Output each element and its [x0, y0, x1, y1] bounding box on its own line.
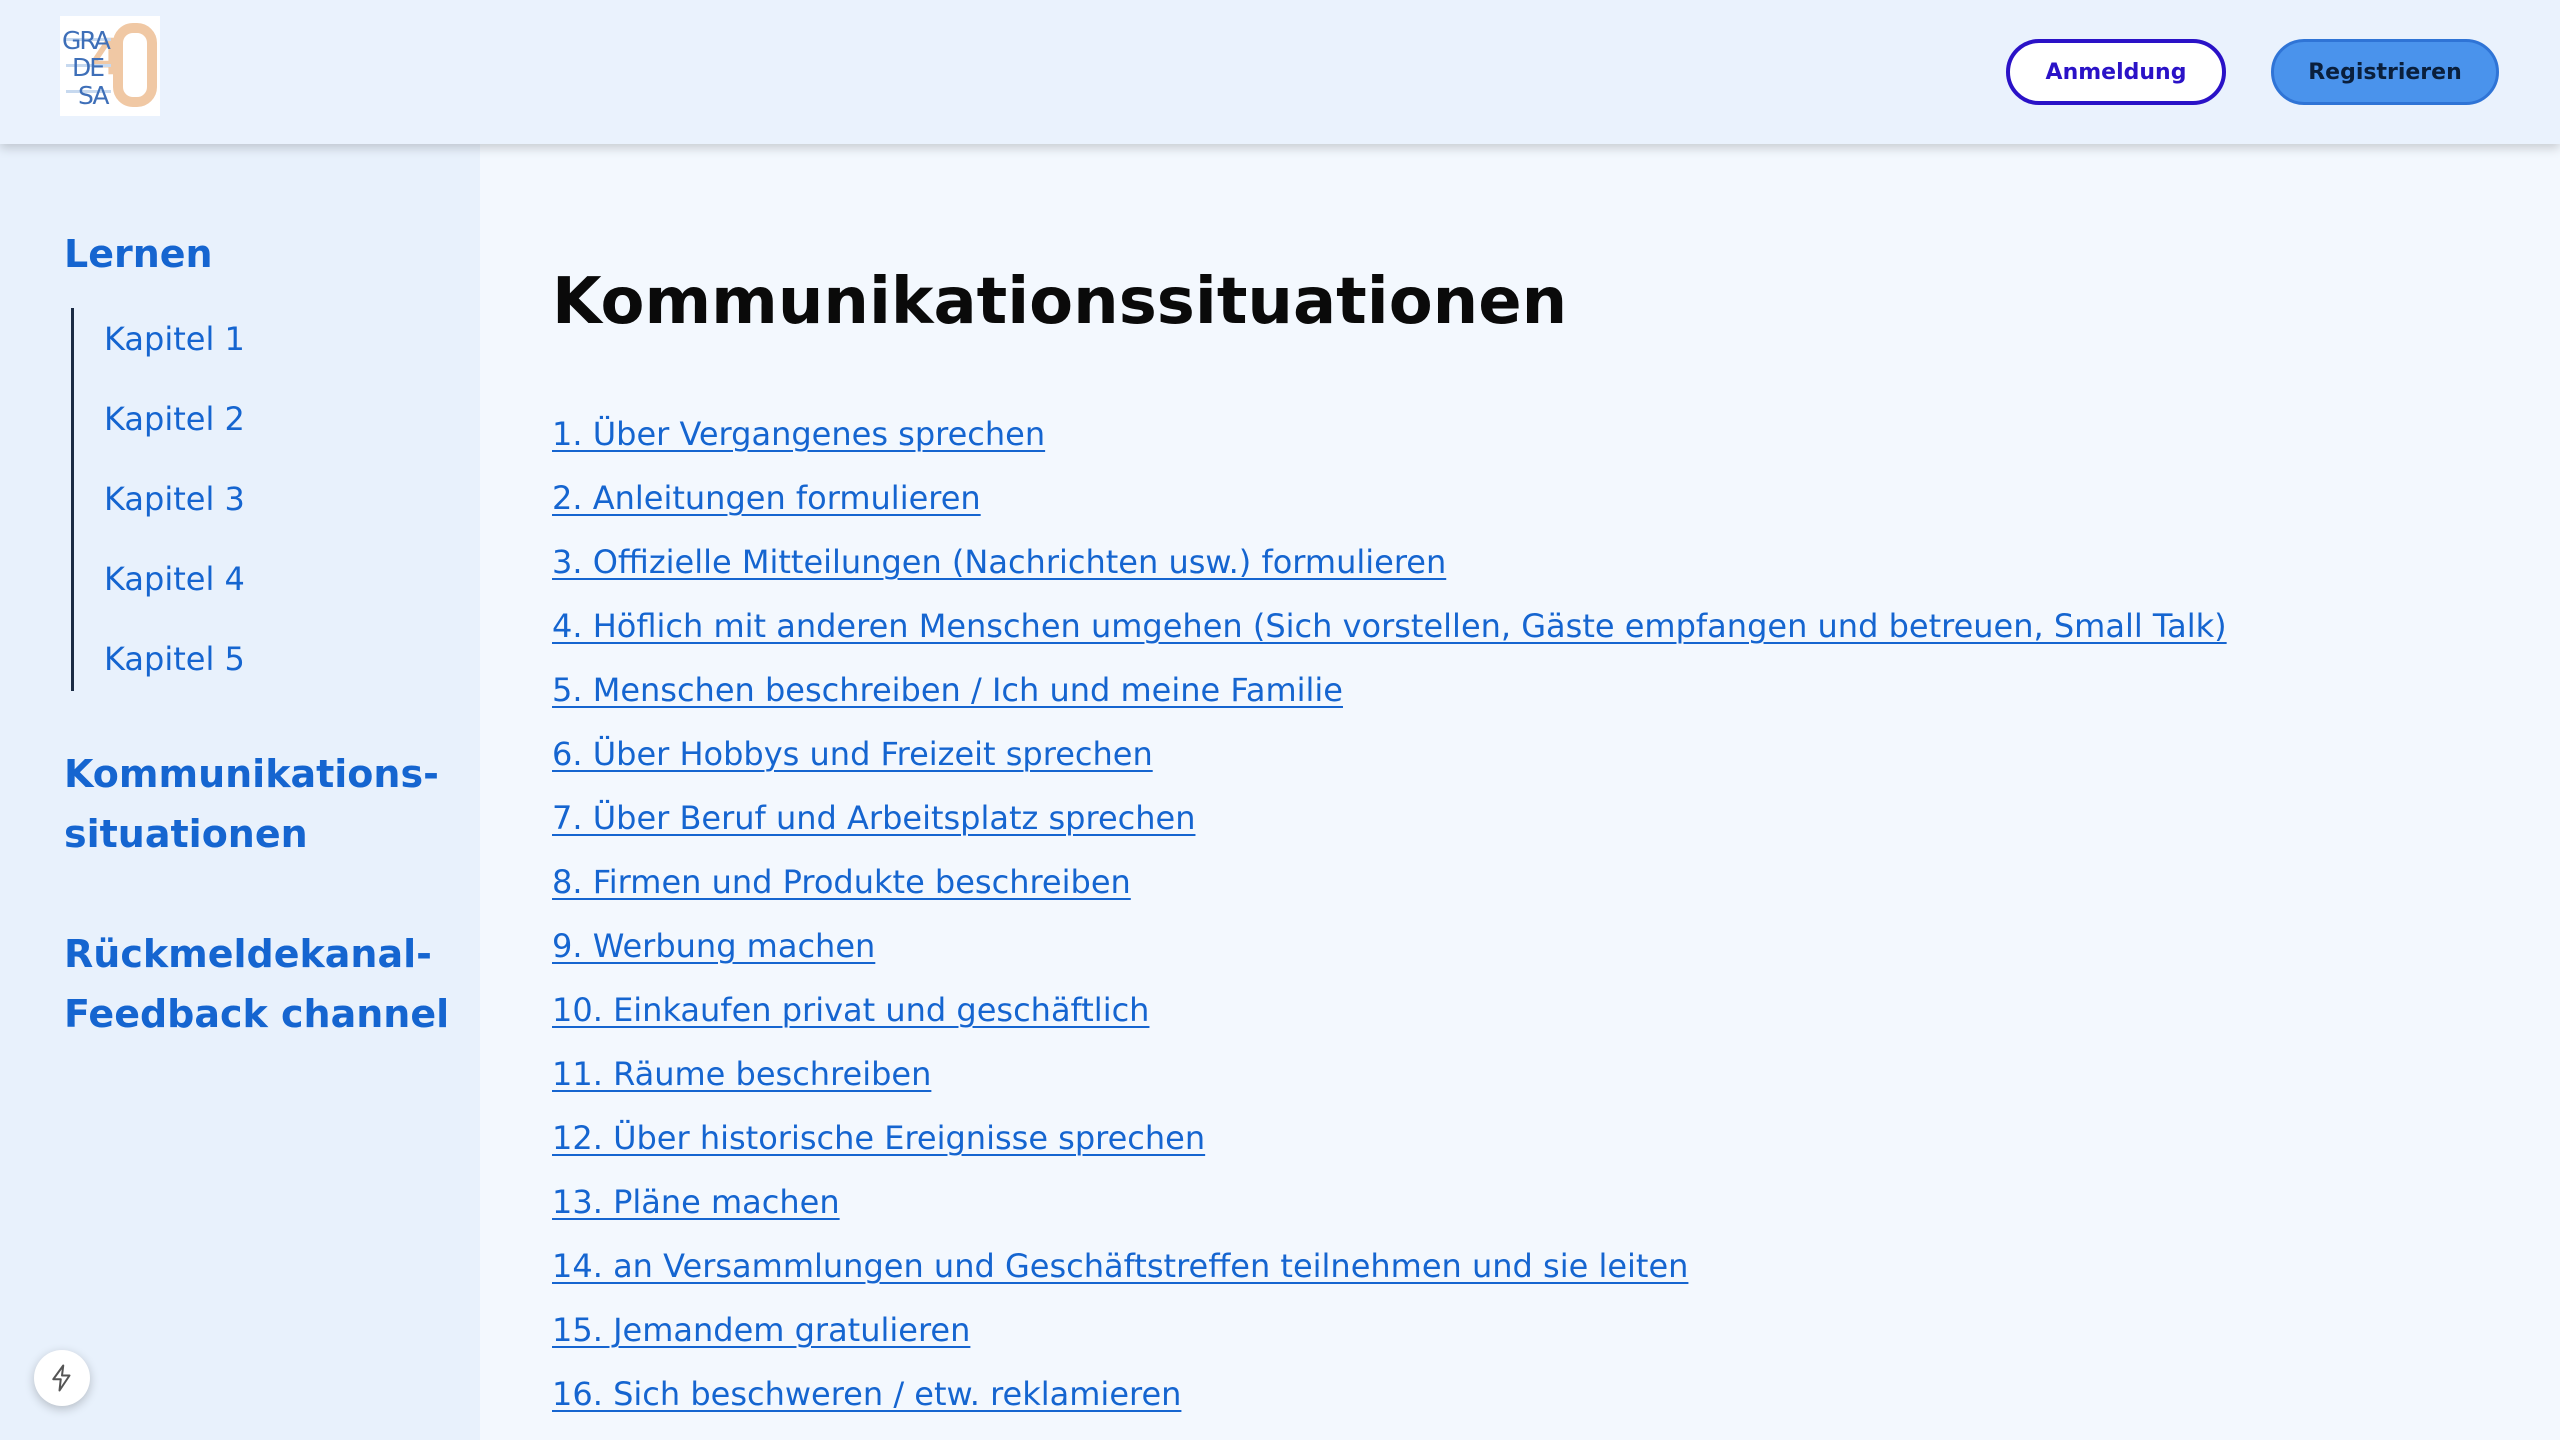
sidebar-item-kapitel-1[interactable]: Kapitel 1 — [104, 317, 245, 361]
list-item: 6. Über Hobbys und Freizeit sprechen — [552, 732, 2227, 796]
sidebar-heading-komm-line2: situationen — [64, 812, 308, 856]
page-title: Kommunikationssituationen — [552, 265, 1568, 339]
sidebar-heading-kommunikationssituationen[interactable]: Kommunikations- situationen — [64, 744, 464, 864]
topic-link[interactable]: 15. Jemandem gratulieren — [552, 1311, 970, 1349]
gradesa-logo[interactable]: 4 GRA DE SA — [60, 16, 160, 116]
list-item: 12. Über historische Ereignisse sprechen — [552, 1116, 2227, 1180]
floating-action-button[interactable] — [34, 1350, 90, 1406]
register-button[interactable]: Registrieren — [2271, 39, 2499, 105]
list-item: 13. Pläne machen — [552, 1180, 2227, 1244]
list-item: 11. Räume beschreiben — [552, 1052, 2227, 1116]
topic-link[interactable]: 2. Anleitungen formulieren — [552, 479, 981, 517]
gradesa-logo-graphic: 4 GRA DE SA — [60, 16, 160, 116]
sidebar-heading-rueck-line1: Rückmeldekanal- — [64, 932, 432, 976]
chapter-list: Kapitel 1 Kapitel 2 Kapitel 3 Kapitel 4 … — [71, 308, 371, 691]
list-item: 14. an Versammlungen und Geschäftstreffe… — [552, 1244, 2227, 1308]
topic-link[interactable]: 8. Firmen und Produkte beschreiben — [552, 863, 1131, 901]
topic-link[interactable]: 10. Einkaufen privat und geschäftlich — [552, 991, 1149, 1029]
list-item: 8. Firmen und Produkte beschreiben — [552, 860, 2227, 924]
sidebar-item-kapitel-3[interactable]: Kapitel 3 — [104, 477, 245, 521]
sidebar-heading-rueckmeldekanal[interactable]: Rückmeldekanal- Feedback channel — [64, 924, 464, 1044]
topic-link[interactable]: 12. Über historische Ereignisse sprechen — [552, 1119, 1205, 1157]
list-item: 1. Über Vergangenes sprechen — [552, 412, 2227, 476]
top-header: 4 GRA DE SA Anmeldung Registrieren — [0, 0, 2560, 144]
sidebar-item-kapitel-5[interactable]: Kapitel 5 — [104, 637, 245, 681]
topic-list: 1. Über Vergangenes sprechen 2. Anleitun… — [552, 412, 2227, 1436]
sidebar-item-kapitel-2[interactable]: Kapitel 2 — [104, 397, 245, 441]
topic-link[interactable]: 1. Über Vergangenes sprechen — [552, 415, 1045, 453]
topic-link[interactable]: 3. Offizielle Mitteilungen (Nachrichten … — [552, 543, 1446, 581]
main-content: Kommunikationssituationen 1. Über Vergan… — [480, 144, 2560, 1440]
topic-link[interactable]: 5. Menschen beschreiben / Ich und meine … — [552, 671, 1343, 709]
list-item: 4. Höflich mit anderen Menschen umgehen … — [552, 604, 2227, 668]
topic-link[interactable]: 9. Werbung machen — [552, 927, 875, 965]
topic-link[interactable]: 7. Über Beruf und Arbeitsplatz sprechen — [552, 799, 1195, 837]
sidebar-heading-komm-line1: Kommunikations- — [64, 752, 439, 796]
sidebar: Lernen Kapitel 1 Kapitel 2 Kapitel 3 Kap… — [0, 144, 480, 1440]
topic-link[interactable]: 16. Sich beschweren / etw. reklamieren — [552, 1375, 1181, 1413]
topic-link[interactable]: 14. an Versammlungen und Geschäftstreffe… — [552, 1247, 1688, 1285]
list-item: 5. Menschen beschreiben / Ich und meine … — [552, 668, 2227, 732]
lightning-bolt-icon — [52, 1364, 71, 1392]
list-item: 3. Offizielle Mitteilungen (Nachrichten … — [552, 540, 2227, 604]
topic-link[interactable]: 6. Über Hobbys und Freizeit sprechen — [552, 735, 1153, 773]
topic-link[interactable]: 13. Pläne machen — [552, 1183, 840, 1221]
topic-link[interactable]: 11. Räume beschreiben — [552, 1055, 931, 1093]
list-item: 16. Sich beschweren / etw. reklamieren — [552, 1372, 2227, 1436]
topic-link[interactable]: 4. Höflich mit anderen Menschen umgehen … — [552, 607, 2227, 645]
list-item: 10. Einkaufen privat und geschäftlich — [552, 988, 2227, 1052]
sidebar-heading-rueck-line2: Feedback channel — [64, 992, 450, 1036]
svg-text:GRA: GRA — [62, 26, 111, 55]
sidebar-item-kapitel-4[interactable]: Kapitel 4 — [104, 557, 245, 601]
sidebar-heading-lernen[interactable]: Lernen — [64, 224, 213, 284]
svg-text:DE: DE — [72, 53, 104, 82]
login-button[interactable]: Anmeldung — [2006, 39, 2226, 105]
svg-text:SA: SA — [78, 81, 109, 110]
list-item: 9. Werbung machen — [552, 924, 2227, 988]
list-item: 2. Anleitungen formulieren — [552, 476, 2227, 540]
list-item: 15. Jemandem gratulieren — [552, 1308, 2227, 1372]
list-item: 7. Über Beruf und Arbeitsplatz sprechen — [552, 796, 2227, 860]
